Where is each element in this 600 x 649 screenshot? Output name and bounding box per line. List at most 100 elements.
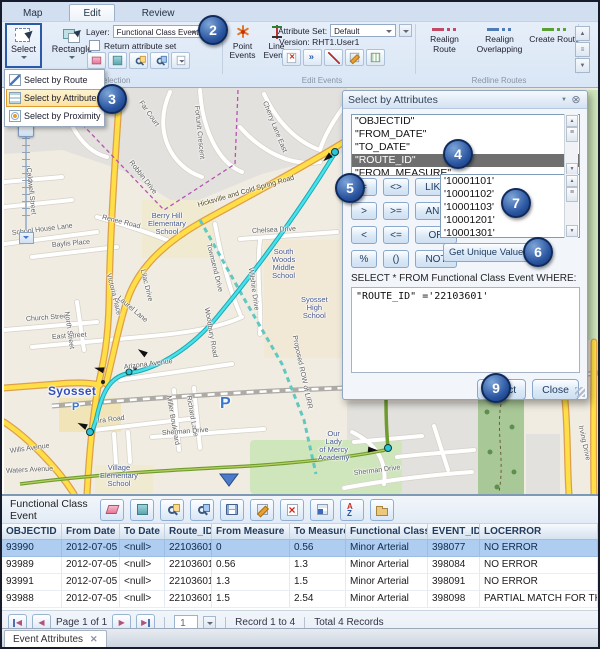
- trim-event-button[interactable]: [324, 49, 343, 66]
- operator-button[interactable]: <>: [383, 178, 409, 196]
- scroll-down-icon[interactable]: [566, 225, 578, 237]
- cell: NO ERROR: [480, 557, 598, 574]
- pan-to-selection-button[interactable]: [150, 52, 169, 69]
- column-header-to-date[interactable]: To Date: [120, 524, 165, 539]
- column-header-to-measure[interactable]: To Measure: [290, 524, 346, 539]
- value-item[interactable]: '10001301': [441, 227, 579, 238]
- menu-item-select-by-proximity[interactable]: Select by Proximity: [6, 107, 103, 125]
- operator-button[interactable]: <: [351, 226, 377, 244]
- column-header-route-id[interactable]: Route_ID: [165, 524, 212, 539]
- table-row[interactable]: 939902012-07-05<null>2210360100.56Minor …: [2, 540, 598, 557]
- dialog-close-icon[interactable]: [570, 94, 582, 106]
- clear-selection-button[interactable]: [87, 52, 106, 69]
- export-records-button[interactable]: [370, 499, 394, 521]
- select-dropdown-menu: Select by Route Select by AttributesSelec…: [4, 69, 105, 127]
- select-tool-button[interactable]: Select: [5, 23, 42, 68]
- attribute-set-select[interactable]: Default: [330, 24, 396, 37]
- dialog-resize-grip[interactable]: [575, 387, 585, 397]
- edit-record-button[interactable]: [250, 499, 274, 521]
- operator-button[interactable]: >=: [383, 202, 409, 220]
- merge-event-button[interactable]: [303, 49, 322, 66]
- tab-event-attributes[interactable]: Event Attributes ✕: [4, 630, 107, 647]
- view-selected-button[interactable]: [310, 499, 334, 521]
- table-row[interactable]: 939882012-07-05<null>221036011.52.54Mino…: [2, 591, 598, 608]
- ribbon-scroll-down-button[interactable]: ▼: [575, 58, 590, 73]
- switch-selection-button[interactable]: [130, 499, 154, 521]
- column-header-event-id[interactable]: EVENT_ID: [428, 524, 480, 539]
- dialog-collapse-icon[interactable]: [558, 94, 570, 106]
- operator-button[interactable]: (): [383, 250, 409, 268]
- close-icon[interactable]: ✕: [90, 634, 98, 645]
- ribbon-scroll-thumb[interactable]: ≡: [575, 42, 590, 57]
- value-item[interactable]: '10001102': [441, 188, 579, 201]
- scroll-up-icon[interactable]: [566, 115, 578, 127]
- chevron-down-icon[interactable]: [21, 56, 27, 62]
- field-item[interactable]: "FROM_DATE": [352, 128, 579, 141]
- cell: 22103601: [165, 540, 212, 557]
- save-edits-button[interactable]: [220, 499, 244, 521]
- cell: 93988: [2, 591, 62, 608]
- event-grid-button[interactable]: [366, 49, 385, 66]
- menu-item-select-by-route[interactable]: Select by Route: [6, 71, 103, 89]
- dialog-select-button[interactable]: Select: [477, 379, 526, 400]
- cell: Minor Arterial: [346, 574, 428, 591]
- point-events-button[interactable]: Point Events: [226, 23, 259, 70]
- cell: 0.56: [212, 557, 290, 574]
- cell: 93991: [2, 574, 62, 591]
- field-list-scrollbar[interactable]: [564, 114, 578, 176]
- value-item[interactable]: '10001101': [441, 175, 579, 188]
- split-event-button[interactable]: [282, 49, 301, 66]
- tab-map[interactable]: Map: [10, 5, 55, 21]
- values-list-scrollbar[interactable]: [564, 174, 578, 238]
- menu-item-label: Select by Route: [24, 75, 88, 85]
- dialog-close-button[interactable]: Close: [532, 379, 579, 400]
- column-header-from-date[interactable]: From Date: [62, 524, 120, 539]
- ribbon-scroll-up-button[interactable]: ▲: [575, 26, 590, 41]
- field-item[interactable]: "TO_DATE": [352, 141, 579, 154]
- get-unique-values-button[interactable]: Get Unique Values: [443, 243, 534, 262]
- operator-button[interactable]: =: [351, 178, 377, 196]
- realign-overlapping-button[interactable]: Realign Overlapping: [474, 24, 525, 54]
- operator-button[interactable]: >: [351, 202, 377, 220]
- scroll-up-icon[interactable]: [566, 175, 578, 187]
- zoom-slider-dropdown-icon[interactable]: [19, 232, 34, 244]
- value-item[interactable]: '10001201': [441, 214, 579, 227]
- chevron-down-icon[interactable]: [69, 56, 75, 62]
- operator-button[interactable]: %: [351, 250, 377, 268]
- tab-review[interactable]: Review: [129, 5, 188, 21]
- value-item[interactable]: '10001103': [441, 201, 579, 214]
- tab-edit[interactable]: Edit: [69, 4, 114, 21]
- column-header-functional-class[interactable]: Functional Class: [346, 524, 428, 539]
- delete-record-button[interactable]: [280, 499, 304, 521]
- layer-select[interactable]: Functional Class Event: [113, 25, 201, 38]
- switch-selection-button[interactable]: [108, 52, 127, 69]
- field-item[interactable]: "OBJECTID": [352, 115, 579, 128]
- version-label: Version: RHT1.User1: [279, 37, 359, 47]
- pan-to-selection-button[interactable]: [190, 499, 214, 521]
- dialog-title-bar[interactable]: Select by Attributes: [343, 91, 587, 109]
- scroll-thumb[interactable]: [566, 187, 578, 202]
- column-header-from-measure[interactable]: From Measure: [212, 524, 290, 539]
- table-row[interactable]: 939892012-07-05<null>221036010.561.3Mino…: [2, 557, 598, 574]
- operator-button[interactable]: <=: [383, 226, 409, 244]
- return-attribute-set-checkbox[interactable]: [89, 40, 100, 51]
- column-header-locerror[interactable]: LOCERROR: [480, 524, 598, 539]
- map-zoom-slider[interactable]: [17, 118, 35, 244]
- selection-options-button[interactable]: [171, 52, 190, 69]
- realign-route-button[interactable]: Realign Route: [419, 24, 470, 54]
- where-clause-textarea[interactable]: "ROUTE_ID" ='22103601': [351, 287, 580, 373]
- scroll-thumb[interactable]: [566, 127, 578, 142]
- edit-record-button[interactable]: [345, 49, 364, 66]
- zoom-to-selection-button[interactable]: [160, 499, 184, 521]
- field-item[interactable]: "ROUTE_ID": [352, 154, 579, 167]
- table-header-row: OBJECTIDFrom DateTo DateRoute_IDFrom Mea…: [2, 524, 598, 540]
- sort-records-button[interactable]: [340, 499, 364, 521]
- menu-item-select-by-attributes[interactable]: Select by Attributes: [6, 89, 103, 107]
- clear-selection-button[interactable]: [100, 499, 124, 521]
- attribute-set-dropdown-button[interactable]: [399, 24, 412, 37]
- column-header-objectid[interactable]: OBJECTID: [2, 524, 62, 539]
- zoom-to-selection-button[interactable]: [129, 52, 148, 69]
- cell: PARTIAL MATCH FOR THE TO-: [480, 591, 598, 608]
- table-row[interactable]: 939912012-07-05<null>221036011.31.5Minor…: [2, 574, 598, 591]
- create-route-button[interactable]: Create Route: [529, 24, 580, 54]
